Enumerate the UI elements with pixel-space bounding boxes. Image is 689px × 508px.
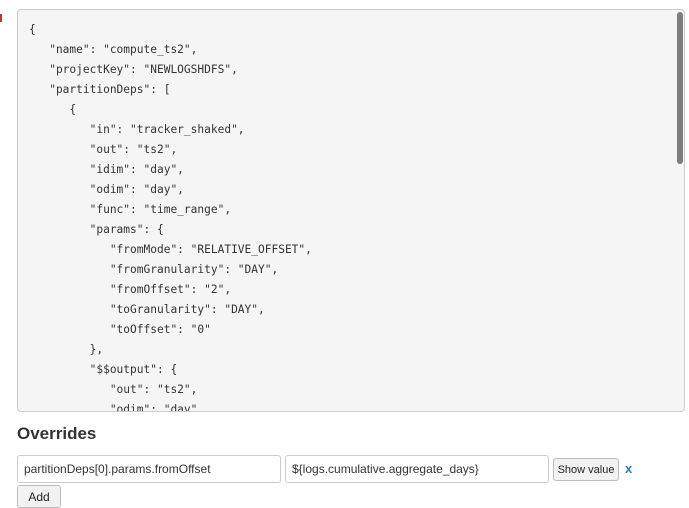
scrollbar-thumb[interactable] [677,12,683,164]
left-edge-marker [0,14,2,22]
override-value-input[interactable] [285,455,549,483]
overrides-heading: Overrides [17,424,97,443]
show-value-button[interactable]: Show value [553,458,619,481]
remove-override-icon[interactable]: x [625,461,632,476]
override-key-input[interactable] [17,455,281,483]
scrollbar[interactable] [675,10,684,411]
json-code-panel[interactable]: { "name": "compute_ts2", "projectKey": "… [17,9,685,412]
add-override-button[interactable]: Add [17,485,61,508]
json-code: { "name": "compute_ts2", "projectKey": "… [29,23,312,412]
